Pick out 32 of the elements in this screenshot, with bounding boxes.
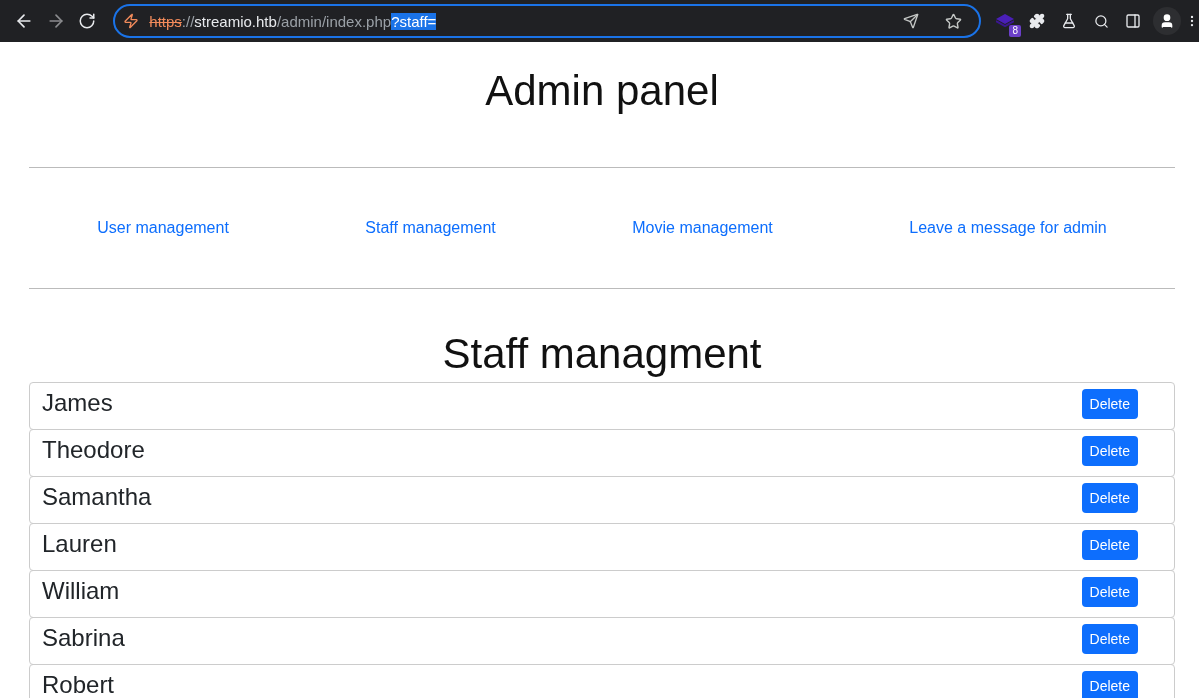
page-title: Admin panel (484, 66, 720, 116)
address-bar[interactable]: https://streamio.htb/admin/index.php?staff= (113, 4, 981, 38)
reload-icon (78, 12, 97, 30)
section-title: Staff managment (441, 329, 763, 379)
delete-button[interactable]: Delete (1081, 436, 1138, 466)
delete-button[interactable]: Delete (1081, 624, 1138, 654)
nav-link[interactable]: Leave a message for admin (909, 219, 1107, 237)
lightning-icon (123, 13, 140, 29)
delete-button[interactable]: Delete (1081, 671, 1138, 698)
profile-avatar[interactable] (1153, 7, 1181, 35)
delete-button[interactable]: Delete (1081, 530, 1138, 560)
staff-name: William (42, 576, 120, 606)
staff-name: Samantha (42, 482, 152, 512)
delete-button[interactable]: Delete (1081, 577, 1138, 607)
delete-button[interactable]: Delete (1081, 483, 1138, 513)
staff-name: Robert (42, 670, 115, 698)
staff-name: Theodore (42, 435, 145, 465)
staff-name: James (42, 388, 113, 418)
extension-badge: 8 (1009, 25, 1021, 37)
layers-icon (996, 14, 1014, 28)
url-separator: :// (181, 12, 195, 30)
url-host: streamio.htb (194, 12, 277, 30)
url-query-selected: ?staff= (391, 12, 437, 30)
staff-name: Lauren (42, 529, 117, 559)
nav-link[interactable]: Staff management (365, 219, 496, 237)
delete-button[interactable]: Delete (1081, 389, 1138, 419)
nav-link[interactable]: Movie management (632, 219, 773, 237)
url-path: /admin/index.php (276, 12, 392, 30)
staff-name: Sabrina (42, 623, 125, 653)
nav-link[interactable]: User management (97, 219, 229, 237)
url-scheme: https (149, 12, 182, 30)
extension-button[interactable]: 8 (989, 5, 1021, 37)
